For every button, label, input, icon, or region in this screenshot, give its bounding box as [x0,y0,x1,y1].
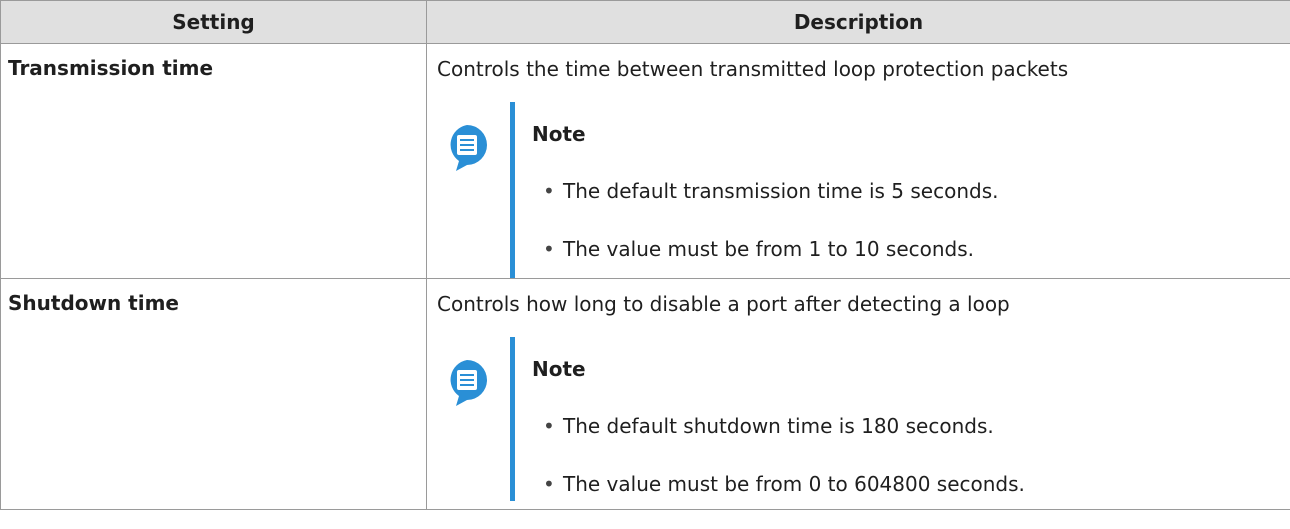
note-box: Note •The default shutdown time is 180 s… [437,337,1290,501]
table-header-row: Setting Description [1,1,1290,44]
note-title: Note [532,122,586,146]
setting-description: Controls how long to disable a port afte… [437,291,1290,317]
note-box: Note •The default transmission time is 5… [437,102,1290,278]
setting-description-cell: Controls how long to disable a port afte… [427,279,1290,510]
note-item-text: The value must be from 0 to 604800 secon… [563,472,1025,496]
setting-name: Transmission time [1,44,427,279]
list-item: •The default transmission time is 5 seco… [543,178,998,216]
setting-description-cell: Controls the time between transmitted lo… [427,44,1290,279]
note-item-text: The default transmission time is 5 secon… [563,179,998,203]
bullet-icon: • [543,236,563,262]
settings-table: Setting Description Transmission time Co… [0,0,1290,510]
note-item-text: The value must be from 1 to 10 seconds. [563,237,974,261]
setting-name: Shutdown time [1,279,427,510]
list-item: •The default shutdown time is 180 second… [543,413,1025,451]
list-item: •The value must be from 1 to 10 seconds. [543,236,998,274]
bullet-icon: • [543,413,563,439]
table-row: Transmission time Controls the time betw… [1,44,1290,279]
setting-description: Controls the time between transmitted lo… [437,56,1290,82]
note-accent-bar [510,337,515,501]
note-item-text: The default shutdown time is 180 seconds… [563,414,994,438]
note-list: •The default shutdown time is 180 second… [543,413,1025,529]
note-icon [446,359,488,407]
table-row: Shutdown time Controls how long to disab… [1,279,1290,510]
bullet-icon: • [543,178,563,204]
note-icon [446,124,488,172]
note-title: Note [532,357,586,381]
note-list: •The default transmission time is 5 seco… [543,178,998,294]
header-setting: Setting [1,1,427,44]
list-item: •The value must be from 0 to 604800 seco… [543,471,1025,509]
header-description: Description [427,1,1290,44]
bullet-icon: • [543,471,563,497]
note-accent-bar [510,102,515,278]
